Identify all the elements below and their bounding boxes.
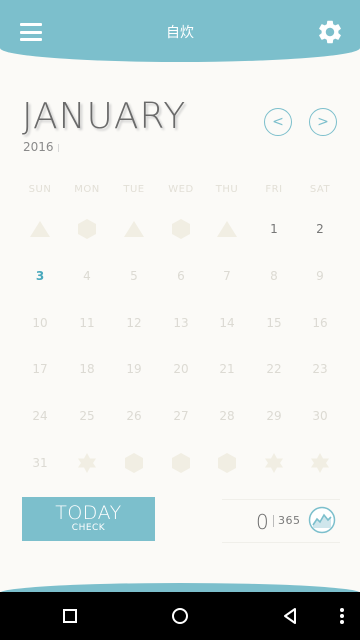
day-cell[interactable]: 14: [204, 308, 250, 338]
triangle-mark-icon: [124, 221, 144, 237]
empty-day-cell: [297, 448, 343, 478]
day-cell[interactable]: 18: [64, 354, 110, 384]
empty-day-cell: [17, 214, 63, 244]
hexagon-mark-icon: [172, 219, 190, 239]
triangle-mark-icon: [30, 221, 50, 237]
day-cell[interactable]: 12: [111, 308, 157, 338]
day-cell[interactable]: 23: [297, 354, 343, 384]
triangle-back-icon[interactable]: [278, 604, 302, 628]
day-cell[interactable]: 11: [64, 308, 110, 338]
day-cell[interactable]: 31: [17, 448, 63, 478]
line-chart-icon[interactable]: [308, 506, 336, 534]
star-mark-icon: [78, 453, 96, 473]
progress-counter: 0 365: [222, 499, 340, 543]
empty-day-cell: [204, 214, 250, 244]
empty-day-cell: [64, 214, 110, 244]
year-label: 2016: [23, 140, 54, 154]
day-cell[interactable]: 22: [251, 354, 297, 384]
android-nav-bar: [0, 592, 360, 640]
counter-value: 0: [256, 510, 269, 534]
day-cell[interactable]: 9: [297, 261, 343, 291]
weekday-sun: SUN: [28, 184, 52, 195]
day-cell[interactable]: 26: [111, 401, 157, 431]
day-cell[interactable]: 19: [111, 354, 157, 384]
chevron-left-icon: <: [272, 114, 284, 130]
year-divider: [58, 144, 59, 152]
weekday-sat: SAT: [309, 184, 331, 195]
weekday-mon: MON: [74, 184, 100, 195]
circle-home-icon[interactable]: [168, 604, 192, 628]
day-cell[interactable]: 1: [251, 214, 297, 244]
day-cell[interactable]: 6: [158, 261, 204, 291]
check-label: CHECK: [71, 523, 106, 533]
counter-divider: [273, 515, 274, 527]
day-cell[interactable]: 27: [158, 401, 204, 431]
prev-month-button[interactable]: <: [264, 108, 292, 136]
day-cell[interactable]: 8: [251, 261, 297, 291]
day-cell[interactable]: 29: [251, 401, 297, 431]
day-cell[interactable]: 17: [17, 354, 63, 384]
chevron-right-icon: >: [317, 114, 329, 130]
triangle-mark-icon: [217, 221, 237, 237]
weekday-fri: FRI: [265, 184, 283, 195]
day-cell[interactable]: 30: [297, 401, 343, 431]
empty-day-cell: [204, 448, 250, 478]
day-cell[interactable]: 24: [17, 401, 63, 431]
day-cell[interactable]: 25: [64, 401, 110, 431]
weekday-thu: THU: [215, 184, 239, 195]
day-cell[interactable]: 28: [204, 401, 250, 431]
star-mark-icon: [311, 453, 329, 473]
hexagon-mark-icon: [218, 453, 236, 473]
hexagon-mark-icon: [125, 453, 143, 473]
app-header: 自炊: [0, 0, 360, 62]
today-label: TODAY: [55, 502, 122, 524]
day-cell[interactable]: 4: [64, 261, 110, 291]
weekday-tue: TUE: [123, 184, 145, 195]
app-title: 自炊: [166, 25, 194, 41]
day-cell[interactable]: 13: [158, 308, 204, 338]
day-cell[interactable]: 15: [251, 308, 297, 338]
square-recents-icon[interactable]: [58, 604, 82, 628]
day-cell[interactable]: 20: [158, 354, 204, 384]
weekday-wed: WED: [168, 184, 194, 195]
empty-day-cell: [158, 214, 204, 244]
day-cell-today[interactable]: 3: [17, 261, 63, 291]
month-title: JANUARY: [22, 96, 187, 137]
empty-day-cell: [111, 214, 157, 244]
gear-icon[interactable]: [316, 18, 344, 46]
day-cell[interactable]: 16: [297, 308, 343, 338]
empty-day-cell: [158, 448, 204, 478]
empty-day-cell: [111, 448, 157, 478]
day-cell[interactable]: 21: [204, 354, 250, 384]
counter-total: 365: [278, 514, 301, 527]
star-mark-icon: [265, 453, 283, 473]
hexagon-mark-icon: [172, 453, 190, 473]
day-cell[interactable]: 2: [297, 214, 343, 244]
empty-day-cell: [64, 448, 110, 478]
vertical-dots-icon[interactable]: [330, 604, 354, 628]
empty-day-cell: [251, 448, 297, 478]
hexagon-mark-icon: [78, 219, 96, 239]
day-cell[interactable]: 7: [204, 261, 250, 291]
next-month-button[interactable]: >: [309, 108, 337, 136]
day-cell[interactable]: 10: [17, 308, 63, 338]
day-cell[interactable]: 5: [111, 261, 157, 291]
today-check-button[interactable]: TODAY CHECK: [22, 497, 155, 541]
